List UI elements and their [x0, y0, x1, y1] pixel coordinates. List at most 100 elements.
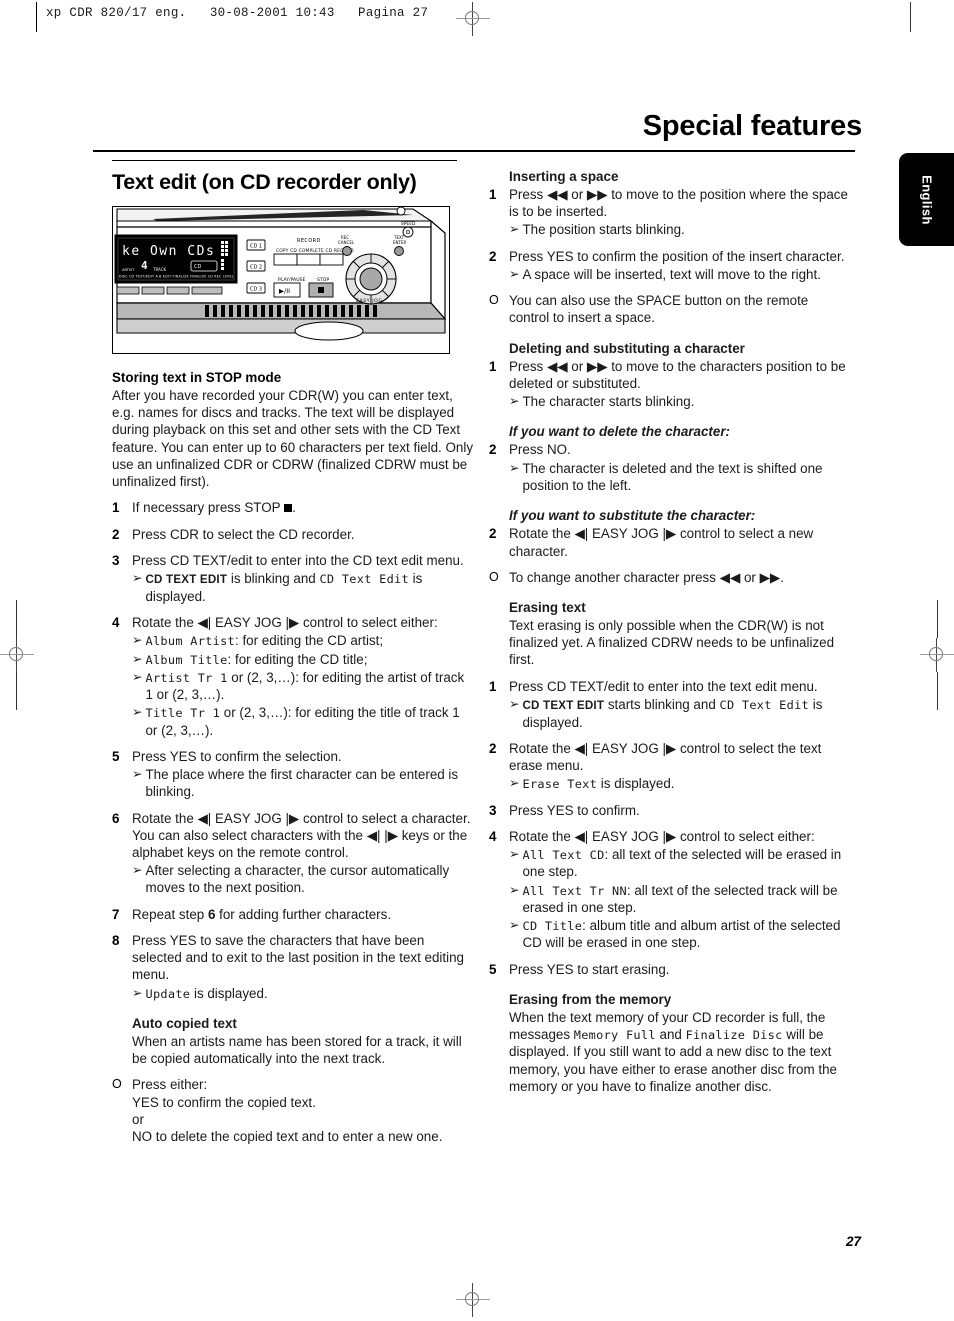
step-text: Press CD TEXT/edit to enter into the tex…: [509, 678, 851, 731]
step-text: Press YES to confirm the position of the…: [509, 248, 851, 283]
step-text-post: for adding further characters.: [215, 906, 392, 922]
result-post: is displayed.: [597, 776, 675, 792]
svg-text:DISC CD TEXT/EDIT A-B EDIT: DISC CD TEXT/EDIT A-B EDIT FINALIZE FINA…: [119, 275, 234, 279]
lcd-text: Erase Text: [522, 777, 598, 792]
step-text: Rotate the ◀| EASY JOG |▶ control to sel…: [132, 614, 474, 739]
step-text: Press YES to confirm.: [509, 802, 640, 818]
step-text: Press YES to save the characters that ha…: [132, 932, 474, 1002]
step-result: ➢ Artist Tr 1 or (2, 3,…): for editing t…: [132, 669, 474, 704]
step-number: 4: [112, 615, 120, 631]
step-result: ➢ CD TEXT EDIT is blinking and CD Text E…: [132, 570, 474, 605]
arrow-icon: ➢: [509, 394, 520, 408]
step-text: Repeat step 6 for adding further charact…: [132, 906, 474, 923]
step-result: ➢ A space will be inserted, text will mo…: [509, 266, 851, 283]
step-text-main: Press CD TEXT/edit to enter into the CD …: [132, 552, 464, 568]
display-indicator: CD TEXT EDIT: [522, 698, 605, 712]
arrow-icon: ➢: [509, 882, 520, 897]
stop-square-icon: [284, 504, 293, 513]
erasing-text-block: Erasing text Text erasing is only possib…: [509, 599, 851, 669]
erasing-text-paragraph: Text erasing is only possible when the C…: [509, 617, 835, 668]
substitute-character-heading: If you want to substitute the character:: [509, 508, 756, 524]
step-number: 6: [112, 810, 120, 826]
step-result: ➢ Update is displayed.: [132, 985, 474, 1002]
step-result: ➢ Title Tr 1 or (2, 3,…): for editing th…: [132, 704, 474, 739]
erasing-memory-paragraph: When the text memory of your CD recorder…: [509, 1009, 851, 1095]
erasing-text-heading: Erasing text: [509, 599, 586, 615]
step-number: 2: [489, 740, 497, 756]
step-result: ➢ Erase Text is displayed.: [509, 775, 851, 792]
deleting-block: Deleting and substituting a character: [509, 340, 851, 357]
right-insert-bullet: O You can also use the SPACE button on t…: [489, 292, 851, 326]
chapter-title: Special features: [642, 110, 862, 142]
left-step-8: 8 Press YES to save the characters that …: [112, 932, 474, 1002]
svg-text:ke Own CDs: ke Own CDs: [122, 244, 215, 259]
result-mid: is blinking and: [227, 570, 320, 586]
delete-character-heading: If you want to delete the character:: [509, 424, 730, 440]
right-substitute-step-2: 2 Rotate the ◀| EASY JOG |▶ control to s…: [489, 525, 851, 559]
manual-page: Special features English Text edit (on C…: [0, 0, 954, 1321]
arrow-icon: ➢: [509, 266, 520, 281]
step-text-main: Rotate the ◀| EASY JOG |▶ control to sel…: [132, 810, 471, 861]
step-number: 1: [489, 358, 497, 374]
result-post: : for editing the CD title;: [227, 651, 368, 667]
step-number: 2: [489, 248, 497, 264]
lcd-text: Memory Full: [573, 1028, 656, 1043]
step-text: Rotate the ◀| EASY JOG |▶ control to sel…: [132, 810, 474, 897]
left-step-3: 3 Press CD TEXT/edit to enter into the C…: [112, 552, 474, 605]
step-text: Press CD TEXT/edit to enter into the CD …: [132, 552, 474, 605]
step-result: ➢ All Text CD: all text of the selected …: [509, 846, 851, 881]
right-delete-step-1: 1 Press ◀◀ or ▶▶ to move to the characte…: [489, 358, 851, 411]
step-number: 5: [112, 748, 120, 764]
svg-text:ENTER: ENTER: [393, 240, 406, 245]
right-erase-step-3: 3 Press YES to confirm.: [489, 802, 851, 819]
step-number: 3: [112, 552, 120, 568]
lcd-text: All Text Tr NN: [522, 883, 627, 898]
bullet-line: or: [132, 1111, 144, 1127]
step-result: ➢ The character is deleted and the text …: [509, 460, 851, 494]
right-erase-step-4: 4 Rotate the ◀| EASY JOG |▶ control to s…: [489, 828, 851, 952]
svg-text:CD: CD: [194, 264, 201, 270]
substitute-char-block: If you want to substitute the character:: [509, 507, 851, 524]
step-text: Press ◀◀ or ▶▶ to move to the characters…: [509, 358, 851, 411]
display-indicator: CD TEXT EDIT: [145, 572, 228, 586]
right-insert-step-2: 2 Press YES to confirm the position of t…: [489, 248, 851, 283]
step-text: Rotate the ◀| EASY JOG |▶ control to sel…: [509, 740, 851, 793]
left-step-2: 2 Press CDR to select the CD recorder.: [112, 526, 474, 543]
arrow-icon: ➢: [509, 696, 520, 711]
svg-text:4: 4: [141, 259, 148, 272]
section-title: Text edit (on CD recorder only): [112, 160, 457, 195]
auto-copied-paragraph: When an artists name has been stored for…: [132, 1033, 462, 1067]
step-result: ➢ The place where the first character ca…: [132, 766, 474, 800]
right-insert-step-1: 1 Press ◀◀ or ▶▶ to move to the position…: [489, 186, 851, 239]
result-post: The character starts blinking.: [522, 394, 695, 409]
left-column: Text edit (on CD recorder only) ke Own C…: [112, 160, 474, 1145]
arrow-icon: ➢: [509, 460, 520, 475]
right-erase-step-5: 5 Press YES to start erasing.: [489, 961, 851, 978]
result-post: The character is deleted and the text is…: [522, 460, 823, 493]
step-number: 5: [489, 961, 497, 977]
result-post: is displayed.: [190, 985, 268, 1001]
step-result: ➢ After selecting a character, the curso…: [132, 862, 474, 896]
arrow-icon: ➢: [132, 633, 143, 648]
memory-text-2: and: [655, 1027, 686, 1043]
step-text: Press YES to confirm the selection. ➢ Th…: [132, 748, 474, 801]
language-tab-label: English: [919, 174, 934, 225]
bullet-line: YES to confirm the copied text.: [132, 1094, 316, 1110]
bullet-line: Press either:: [132, 1077, 208, 1093]
storing-paragraph: After you have recorded your CDR(W) you …: [112, 388, 474, 490]
left-step-6: 6 Rotate the ◀| EASY JOG |▶ control to s…: [112, 810, 474, 897]
step-result: ➢ Album Artist: for editing the CD artis…: [132, 632, 474, 649]
lcd-text: Artist Tr 1: [145, 670, 228, 685]
result-post: The place where the first character can …: [145, 767, 459, 800]
lcd-text: All Text CD: [522, 848, 605, 863]
right-erase-step-2: 2 Rotate the ◀| EASY JOG |▶ control to s…: [489, 740, 851, 793]
step-number: 8: [112, 932, 120, 948]
step-number: 3: [489, 802, 497, 818]
lcd-text: Update: [145, 986, 191, 1001]
right-substitute-bullet: O To change another character press ◀◀ o…: [489, 569, 851, 586]
left-step-5: 5 Press YES to confirm the selection. ➢ …: [112, 748, 474, 801]
arrow-icon: ➢: [132, 705, 143, 720]
arrow-icon: ➢: [132, 669, 143, 684]
step-text: Rotate the ◀| EASY JOG |▶ control to sel…: [509, 526, 814, 559]
step-text: If necessary press STOP .: [132, 499, 474, 516]
